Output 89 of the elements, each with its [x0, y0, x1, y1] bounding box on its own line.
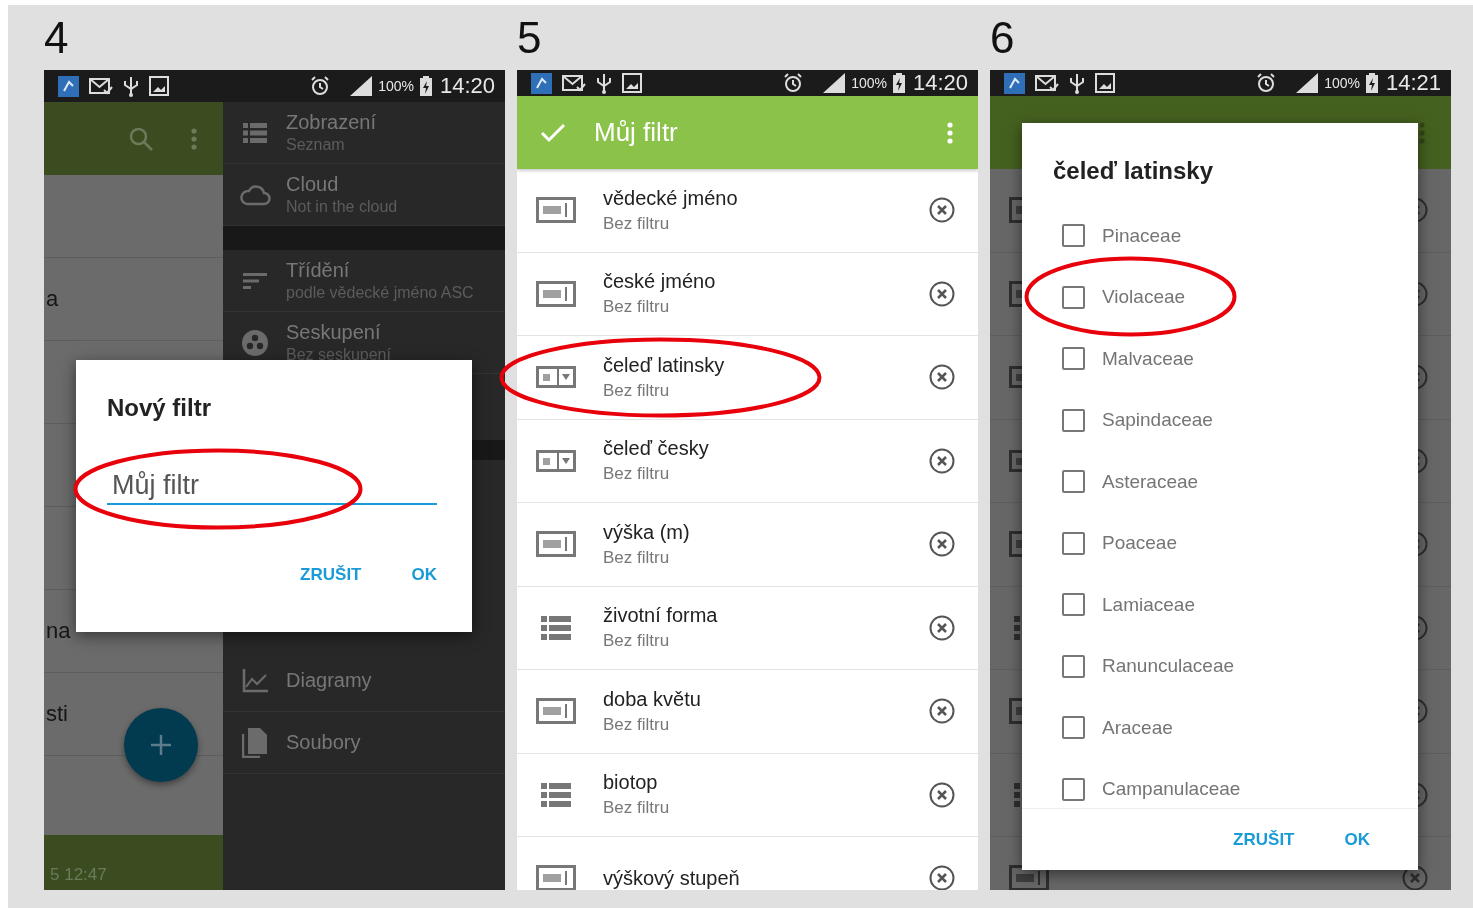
- list-icon: [541, 615, 571, 640]
- alarm-icon: [783, 73, 804, 93]
- checkbox[interactable]: [1062, 716, 1085, 740]
- image-icon: [149, 76, 169, 96]
- image-icon: [1095, 73, 1115, 93]
- clear-icon[interactable]: [929, 280, 955, 307]
- plus-icon: [151, 735, 171, 755]
- dialog-button[interactable]: ZRUŠIT: [1223, 823, 1305, 856]
- checkbox[interactable]: [1062, 593, 1085, 617]
- group-icon: [241, 329, 268, 356]
- clock-time: 14:20: [439, 73, 495, 99]
- checkbox[interactable]: [1062, 408, 1085, 432]
- clear-icon[interactable]: [929, 781, 955, 808]
- sort-icon: [242, 272, 267, 289]
- list-icon: [242, 122, 267, 143]
- signal-icon: [1296, 73, 1319, 93]
- step-number: 6: [990, 12, 1015, 63]
- dialog-button[interactable]: ZRUŠIT: [290, 559, 372, 591]
- battery-percent: 100%: [1324, 75, 1360, 91]
- clear-icon[interactable]: [929, 865, 955, 890]
- cloud-icon: [238, 183, 271, 206]
- clear-icon[interactable]: [929, 197, 955, 224]
- clear-icon[interactable]: [929, 364, 955, 391]
- battery-icon: [892, 73, 905, 93]
- toolbar-title: Můj filtr: [594, 117, 679, 148]
- app-icon: [531, 72, 552, 94]
- checkbox[interactable]: [1062, 285, 1085, 309]
- checkbox[interactable]: [1062, 777, 1085, 801]
- clock-time: 14:21: [1385, 70, 1441, 96]
- step-number: 4: [44, 12, 69, 63]
- usb-icon: [1069, 72, 1085, 94]
- checkbox[interactable]: [1062, 347, 1085, 371]
- text-field-icon: [536, 865, 576, 890]
- option-row[interactable]: Poaceae: [1022, 512, 1418, 574]
- text-field-icon: [536, 531, 576, 558]
- option-row[interactable]: Violaceae: [1022, 266, 1418, 328]
- document-icon: [241, 727, 268, 758]
- clear-icon[interactable]: [929, 614, 955, 641]
- name-field[interactable]: Můj filtr: [107, 470, 437, 505]
- dialog-button[interactable]: OK: [401, 559, 447, 591]
- signal-icon: [350, 76, 373, 96]
- alarm-icon: [1256, 73, 1277, 93]
- mail-icon: [562, 74, 586, 92]
- battery-percent: 100%: [378, 78, 414, 94]
- add-button[interactable]: [124, 708, 198, 782]
- option-row[interactable]: Malvaceae: [1022, 328, 1418, 390]
- app-icon: [1004, 72, 1025, 94]
- checkbox[interactable]: [1062, 654, 1085, 678]
- clear-icon[interactable]: [929, 447, 955, 474]
- dialog-button[interactable]: OK: [1334, 823, 1380, 856]
- step-number: 5: [517, 12, 542, 63]
- alarm-icon: [310, 76, 331, 96]
- option-row[interactable]: Asteraceae: [1022, 451, 1418, 513]
- usb-icon: [596, 72, 612, 94]
- drawer-item[interactable]: Diagramy: [223, 650, 505, 712]
- battery-icon: [419, 76, 432, 96]
- checkmark-icon[interactable]: [540, 122, 566, 143]
- option-row[interactable]: Pinaceae: [1022, 205, 1418, 267]
- option-row[interactable]: Araceae: [1022, 697, 1418, 759]
- option-row[interactable]: Lamiaceae: [1022, 574, 1418, 636]
- battery-percent: 100%: [851, 75, 887, 91]
- clear-icon[interactable]: [929, 698, 955, 725]
- option-row[interactable]: Sapindaceae: [1022, 389, 1418, 451]
- text-field-icon: [536, 280, 576, 307]
- battery-icon: [1365, 73, 1378, 93]
- text-field-icon: [536, 698, 576, 725]
- dropdown-field-icon: [536, 449, 576, 472]
- text-field-icon: [536, 197, 576, 224]
- app-icon: [58, 75, 79, 97]
- option-row[interactable]: Ranunculaceae: [1022, 635, 1418, 697]
- dropdown-field-icon: [536, 366, 576, 389]
- mail-icon: [1035, 74, 1059, 92]
- checkbox[interactable]: [1062, 470, 1085, 494]
- line-chart-icon: [241, 668, 268, 693]
- checkbox[interactable]: [1062, 224, 1085, 248]
- drawer-item[interactable]: Soubory: [223, 712, 505, 774]
- timestamp: 5 12:47: [50, 865, 107, 885]
- option-row[interactable]: Campanulaceae: [1022, 758, 1418, 808]
- dialog-title: Nový filtr: [107, 394, 211, 422]
- mail-icon: [89, 77, 113, 95]
- clear-icon[interactable]: [1402, 865, 1428, 890]
- signal-icon: [823, 73, 846, 93]
- clear-icon[interactable]: [929, 531, 955, 558]
- usb-icon: [123, 75, 139, 97]
- clock-time: 14:20: [912, 70, 968, 96]
- list-icon: [541, 782, 571, 807]
- dialog-title: čeleď latinsky: [1053, 157, 1213, 184]
- image-icon: [622, 73, 642, 93]
- checkbox[interactable]: [1062, 531, 1085, 555]
